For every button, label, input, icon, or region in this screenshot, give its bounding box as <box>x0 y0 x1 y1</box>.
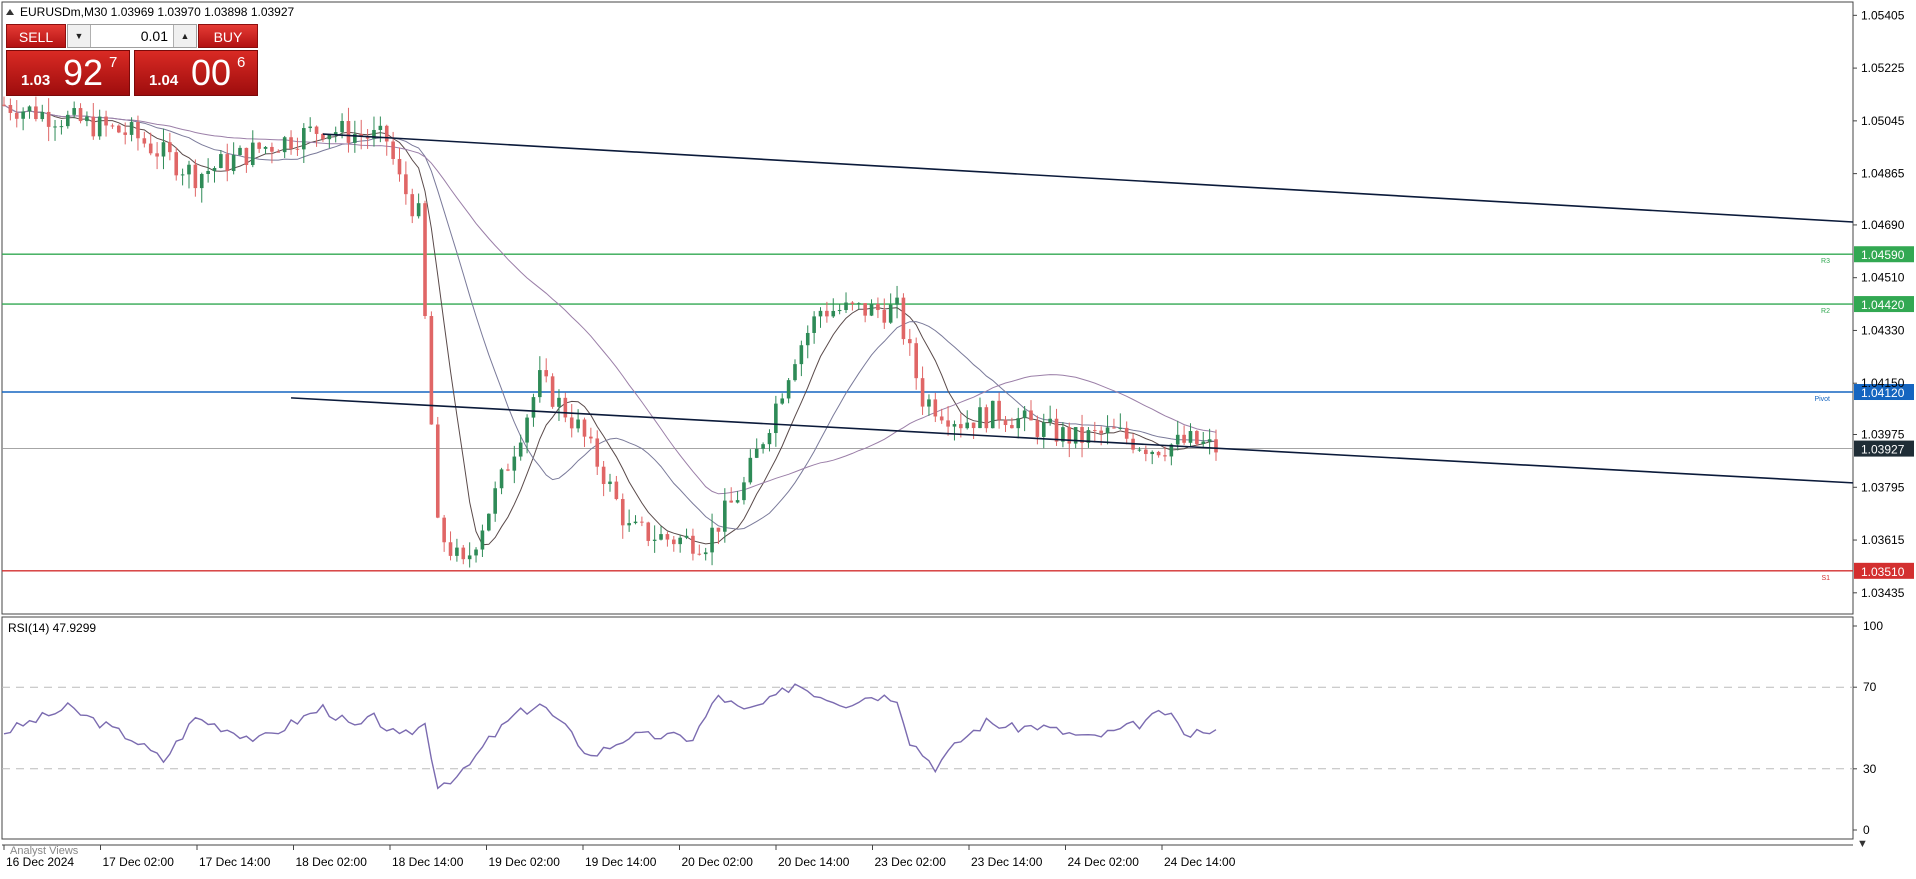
price-tick-label: 1.05405 <box>1861 8 1905 22</box>
time-tick-label: 19 Dec 14:00 <box>585 855 657 869</box>
sell-price-fraction: 7 <box>109 54 118 71</box>
current-price-label: 1.03927 <box>1861 443 1905 457</box>
chart-window[interactable]: R3 1.04590 R2 1.04420 Pivot 1.04120 S1 1.03510 1… <box>0 0 1916 874</box>
time-tick-label: 20 Dec 14:00 <box>778 855 850 869</box>
level-price-label: 1.03510 <box>1861 565 1905 579</box>
level-tag-s1: S1 <box>1821 575 1830 582</box>
rsi-level-label: 0 <box>1863 823 1870 837</box>
candle <box>487 513 491 532</box>
lot-size-field[interactable]: ▼ 0.01 ▲ <box>67 24 197 48</box>
sell-button[interactable]: SELL <box>6 24 66 48</box>
trade-panel-top-row: SELL ▼ 0.01 ▲ BUY <box>6 24 258 48</box>
time-tick-label: 17 Dec 02:00 <box>103 855 175 869</box>
time-tick-label: 18 Dec 14:00 <box>392 855 464 869</box>
level-tag-r3: R3 <box>1821 258 1830 265</box>
time-tick-label: 17 Dec 14:00 <box>199 855 271 869</box>
candle <box>117 124 121 134</box>
price-tick-label: 1.04150 <box>1861 376 1905 390</box>
sell-price-pips: 92 <box>63 52 104 93</box>
candle <box>435 416 440 519</box>
candle <box>1195 430 1199 446</box>
level-tag-r2: R2 <box>1821 308 1830 315</box>
price-tick-label: 1.04330 <box>1861 323 1905 337</box>
buy-price-fraction: 6 <box>237 54 246 71</box>
price-tick-label: 1.03615 <box>1861 533 1905 547</box>
lot-size-value[interactable]: 0.01 <box>92 25 172 47</box>
rsi-frame <box>1 616 1854 840</box>
price-tick-label: 1.04510 <box>1861 271 1905 285</box>
candle <box>990 400 995 429</box>
rsi-level-label: 70 <box>1863 680 1877 694</box>
time-tick-label: 24 Dec 02:00 <box>1068 855 1140 869</box>
level-price-label: 1.04420 <box>1861 298 1905 312</box>
price-tick-label: 1.03795 <box>1861 480 1905 494</box>
time-tick-label: 23 Dec 14:00 <box>971 855 1043 869</box>
price-chart-svg[interactable]: R3 1.04590R2 1.04420Pivot 1.04120S1 1.035101… <box>0 0 1916 874</box>
candle <box>901 293 906 345</box>
candle <box>423 200 427 319</box>
rsi-title: RSI(14) 47.9299 <box>8 621 96 635</box>
symbol-header: EURUSDm,M30 1.03969 1.03970 1.03898 1.03… <box>20 5 295 19</box>
candle <box>429 311 434 425</box>
price-tick-label: 1.05045 <box>1861 114 1905 128</box>
buy-price-button[interactable]: 1.04 00 6 <box>134 50 258 96</box>
time-tick-label: 23 Dec 02:00 <box>875 855 947 869</box>
candle <box>550 373 555 409</box>
sell-price-button[interactable]: 1.03 92 7 <box>6 50 130 96</box>
price-tick-label: 1.04690 <box>1861 218 1905 232</box>
rsi-level-label: 30 <box>1863 762 1877 776</box>
time-tick-label: 24 Dec 14:00 <box>1164 855 1236 869</box>
price-tick-label: 1.03975 <box>1861 428 1905 442</box>
sell-price-prefix: 1.03 <box>21 72 51 89</box>
price-tick-label: 1.05225 <box>1861 61 1905 75</box>
analyst-views-tab[interactable]: Analyst Views <box>10 845 79 857</box>
time-tick-label: 19 Dec 02:00 <box>489 855 561 869</box>
buy-button[interactable]: BUY <box>198 24 258 48</box>
buy-price-pips: 00 <box>191 52 232 93</box>
price-tick-label: 1.03435 <box>1861 586 1905 600</box>
lot-decrease-icon[interactable]: ▼ <box>68 25 91 47</box>
level-tag-pivot: Pivot <box>1814 396 1830 403</box>
rsi-level-label: 100 <box>1863 619 1883 633</box>
time-tick-label: 16 Dec 2024 <box>6 855 74 869</box>
lot-increase-icon[interactable]: ▲ <box>173 25 196 47</box>
rsi-scroll-arrow-icon[interactable]: ▼ <box>1857 838 1868 850</box>
one-click-trading-panel: SELL ▼ 0.01 ▲ BUY 1.03 92 7 1.04 00 6 <box>6 24 258 96</box>
time-tick-label: 20 Dec 02:00 <box>682 855 754 869</box>
price-tick-label: 1.04865 <box>1861 167 1905 181</box>
level-price-label: 1.04590 <box>1861 248 1905 262</box>
main-chart-frame <box>1 1 1854 615</box>
time-tick-label: 18 Dec 02:00 <box>296 855 368 869</box>
buy-price-prefix: 1.04 <box>149 72 179 89</box>
